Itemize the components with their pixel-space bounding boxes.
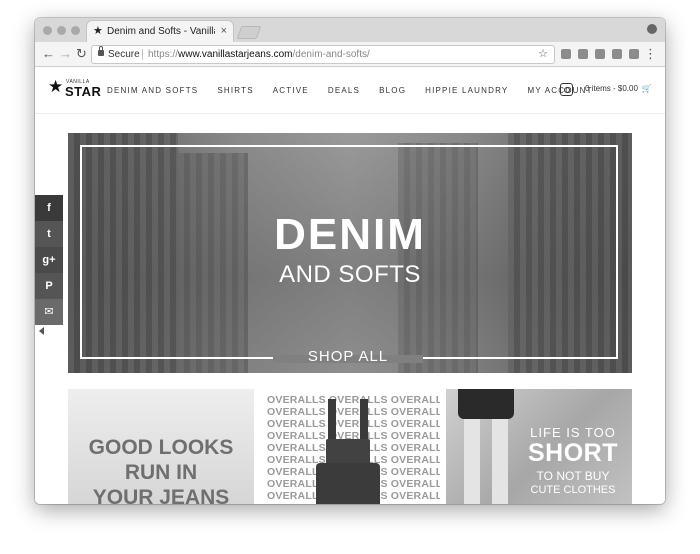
address-bar[interactable]: Secure https://www.vanillastarjeans.com/… <box>91 45 555 64</box>
cart-summary: 0 items - $0.00 <box>585 84 638 93</box>
tile1-line: GOOD LOOKS <box>88 436 234 459</box>
browser-tab[interactable]: ★ Denim and Softs - Vanilla Star × <box>87 21 233 42</box>
site-header: ★ VANILLA STAR DENIM AND SOFTS SHIRTS AC… <box>35 67 665 114</box>
instagram-icon[interactable] <box>560 83 573 96</box>
cart-icon: 🛒 <box>641 84 652 93</box>
site-logo[interactable]: ★ VANILLA STAR <box>48 77 102 101</box>
url-scheme: https:// <box>148 49 179 60</box>
shop-all-link[interactable]: SHOP ALL <box>273 348 423 365</box>
logo-big-text: STAR <box>65 84 102 99</box>
minimize-window-button[interactable] <box>57 26 66 35</box>
tile1-text: GOOD LOOKS RUN IN YOUR JEANS <box>68 435 254 504</box>
url-domain: www.vanillastarjeans.com <box>178 49 293 60</box>
page-viewport: ★ VANILLA STAR DENIM AND SOFTS SHIRTS AC… <box>35 67 665 504</box>
tile3-line3: TO NOT BUY <box>536 469 610 483</box>
hero-title: DENIM <box>274 210 426 259</box>
back-button[interactable]: ← <box>42 42 55 66</box>
twitter-share-button[interactable]: t <box>35 221 63 247</box>
nav-blog[interactable]: BLOG <box>379 86 406 95</box>
pinterest-share-button[interactable]: P <box>35 273 63 299</box>
extension-icon[interactable] <box>595 49 605 59</box>
collapse-arrow-icon[interactable] <box>39 327 44 335</box>
hero-subtitle: AND SOFTS <box>279 261 421 288</box>
extension-icon[interactable] <box>561 49 571 59</box>
tab-title: Denim and Softs - Vanilla Star <box>107 26 215 37</box>
tile3-line4: CUTE CLOTHES <box>530 484 616 496</box>
nav-deals[interactable]: DEALS <box>328 86 360 95</box>
main-nav: DENIM AND SOFTS SHIRTS ACTIVE DEALS BLOG… <box>107 67 612 113</box>
promo-tile-shorts[interactable]: LIFE IS TOO SHORT TO NOT BUY CUTE CLOTHE… <box>446 389 632 504</box>
browser-toolbar: ← → ↻ Secure https://www.vanillastarjean… <box>35 42 665 67</box>
nav-denim-and-softs[interactable]: DENIM AND SOFTS <box>107 86 198 95</box>
url-path: /denim-and-softs/ <box>292 49 370 60</box>
star-favicon-icon: ★ <box>93 25 103 37</box>
forward-button[interactable]: → <box>59 42 72 66</box>
browser-window: ★ Denim and Softs - Vanilla Star × ← → ↻… <box>35 18 665 504</box>
browser-menu-icon[interactable]: ⋮ <box>644 42 657 66</box>
lock-icon <box>98 46 104 56</box>
overalls-strap <box>360 399 368 444</box>
email-share-button[interactable]: ✉ <box>35 299 63 325</box>
tile3-line1: LIFE IS TOO <box>530 425 616 440</box>
maximize-window-button[interactable] <box>71 26 80 35</box>
nav-active[interactable]: ACTIVE <box>273 86 309 95</box>
omnibox-divider <box>142 49 143 60</box>
bookmark-star-icon[interactable]: ☆ <box>538 46 548 63</box>
overalls-strap <box>328 399 336 444</box>
extension-icon[interactable] <box>629 49 639 59</box>
url-text[interactable]: https://www.vanillastarjeans.com/denim-a… <box>148 46 370 63</box>
extension-icon[interactable] <box>578 49 588 59</box>
tab-close-icon[interactable]: × <box>221 21 227 42</box>
close-window-button[interactable] <box>43 26 52 35</box>
leg-shape <box>464 419 480 504</box>
new-tab-button[interactable] <box>236 26 262 39</box>
hero-banner[interactable]: DENIM AND SOFTS SHOP ALL <box>68 133 632 373</box>
facebook-share-button[interactable]: f <box>35 195 63 221</box>
nav-hippie-laundry[interactable]: HIPPIE LAUNDRY <box>425 86 508 95</box>
extension-icon[interactable] <box>612 49 622 59</box>
tile1-line: RUN IN <box>124 461 198 484</box>
secure-label: Secure <box>108 49 140 60</box>
cart-link[interactable]: 0 items - $0.00 🛒 <box>585 84 652 93</box>
google-plus-share-button[interactable]: g+ <box>35 247 63 273</box>
reload-button[interactable]: ↻ <box>76 42 87 66</box>
shorts-image <box>458 389 514 504</box>
overalls-pants <box>316 463 380 504</box>
tile3-line2: SHORT <box>528 439 618 467</box>
tile1-line: YOUR JEANS <box>92 486 230 504</box>
logo-star-icon: ★ <box>48 77 64 96</box>
profile-icon[interactable] <box>647 24 657 34</box>
overalls-image <box>308 399 388 504</box>
tab-bar: ★ Denim and Softs - Vanilla Star × <box>35 18 665 42</box>
nav-shirts[interactable]: SHIRTS <box>217 86 253 95</box>
promo-tile-overalls[interactable]: OVERALLS OVERALLS OVERALLS OVERALLS OVER… <box>260 389 440 504</box>
promo-tile-jeans[interactable]: GOOD LOOKS RUN IN YOUR JEANS <box>68 389 254 504</box>
leg-shape <box>492 419 508 504</box>
shorts-shape <box>458 389 514 419</box>
